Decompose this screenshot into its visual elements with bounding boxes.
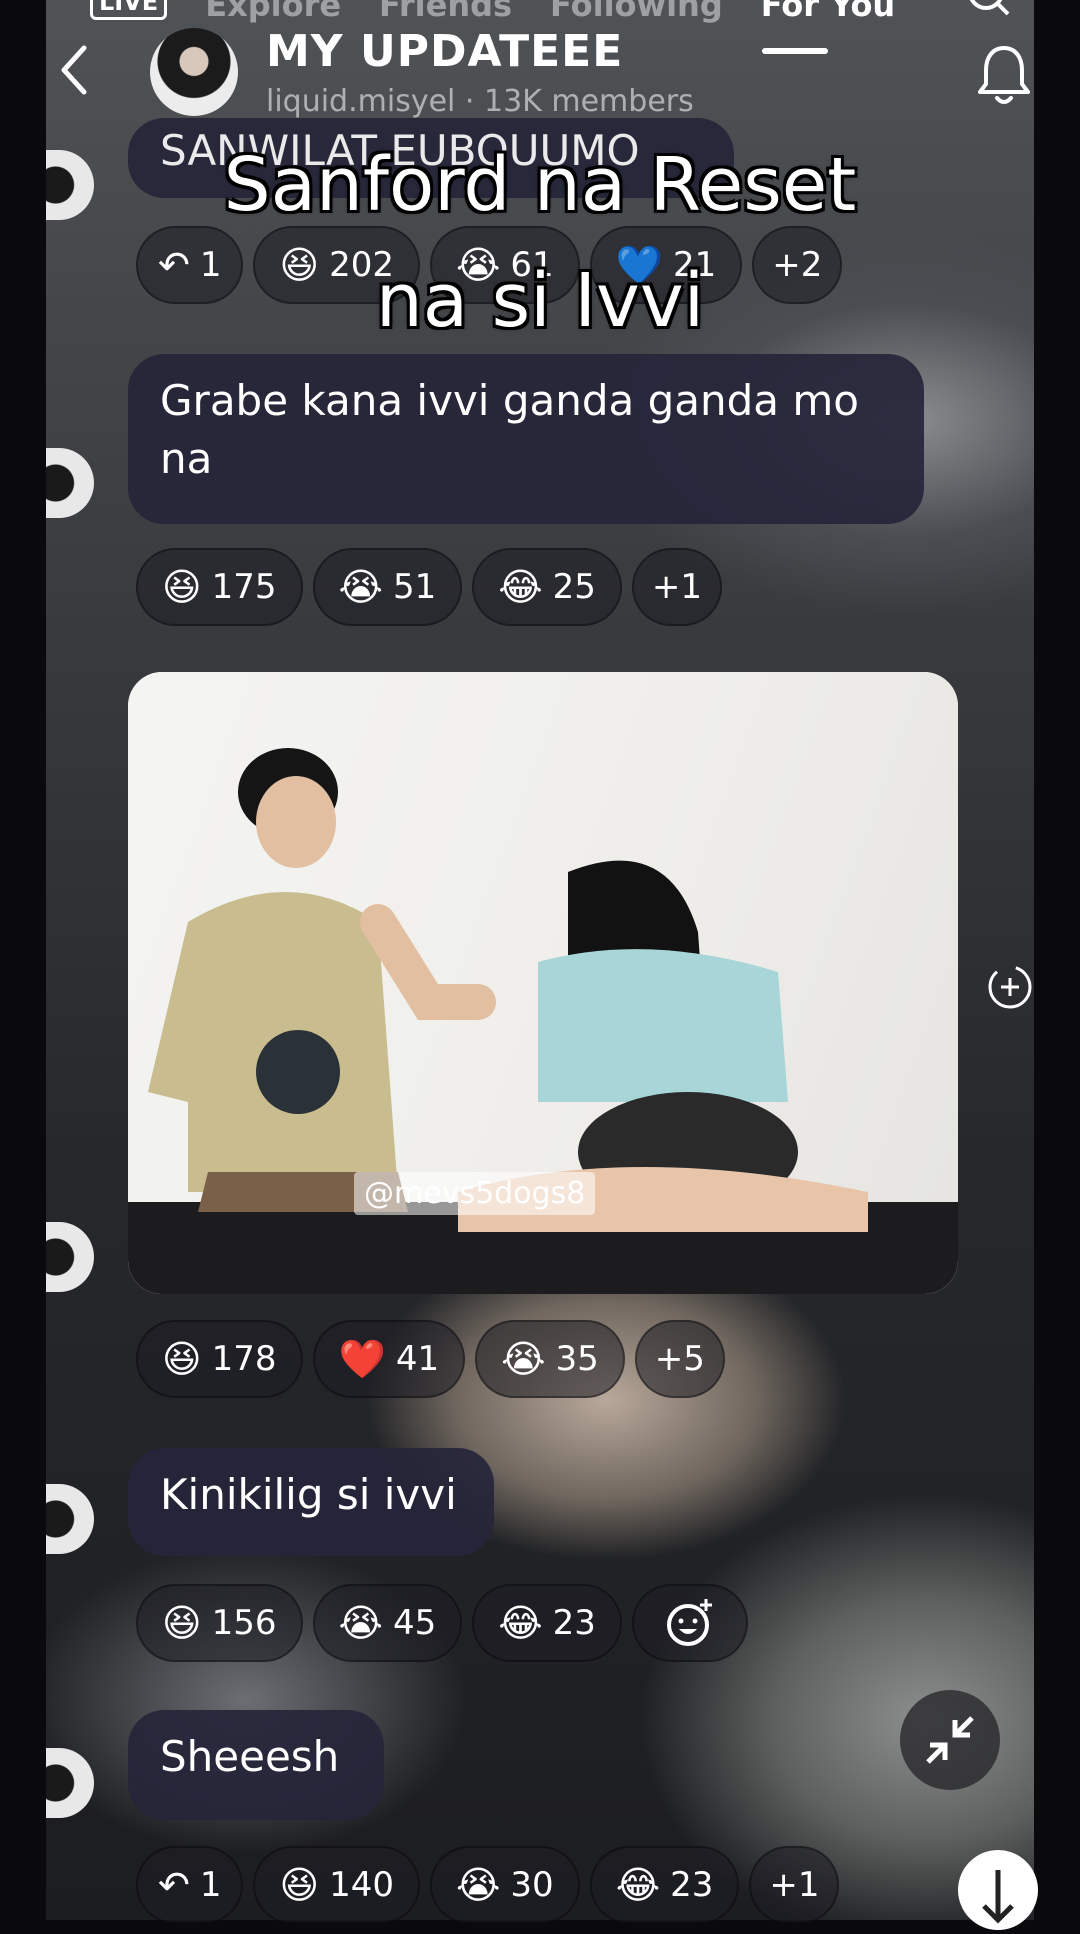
more-reactions-pill[interactable]: +5 bbox=[634, 1320, 725, 1398]
reaction-count: 1 bbox=[199, 1865, 222, 1905]
laughing-emoji-icon: 😆 bbox=[162, 565, 202, 609]
reaction-count: 30 bbox=[510, 1865, 554, 1905]
collapse-button[interactable] bbox=[900, 1690, 1000, 1790]
reaction-count: 178 bbox=[211, 1339, 277, 1379]
caption-line-2: na si Ivvi bbox=[375, 258, 705, 344]
reaction-row: 😆 156 😭 45 😂 23 bbox=[136, 1584, 748, 1662]
reaction-pill[interactable]: 😆 175 bbox=[136, 548, 303, 626]
reaction-count: 25 bbox=[552, 567, 596, 607]
reaction-pill[interactable]: 😆 178 bbox=[136, 1320, 303, 1398]
reaction-count: 41 bbox=[395, 1339, 440, 1379]
back-button[interactable] bbox=[54, 40, 104, 110]
group-owner[interactable]: liquid.misyel bbox=[266, 84, 455, 119]
group-title: MY UPDATEEE bbox=[266, 26, 624, 77]
tears-of-joy-emoji-icon: 😂 bbox=[498, 565, 543, 609]
scroll-down-button[interactable] bbox=[958, 1850, 1038, 1930]
red-heart-icon: ❤️ bbox=[338, 1337, 386, 1381]
message-text: Grabe kana ivvi ganda ganda mo na bbox=[160, 376, 859, 483]
crying-emoji-icon: 😭 bbox=[338, 1601, 383, 1645]
chevron-left-icon bbox=[61, 45, 87, 95]
reaction-pill[interactable]: 😆 156 bbox=[136, 1584, 303, 1662]
reaction-row: ↶ 1 😆 140 😭 30 😂 23 +1 bbox=[136, 1846, 840, 1924]
reaction-pill[interactable]: 😂 23 bbox=[472, 1584, 622, 1662]
more-reactions-pill[interactable]: +1 bbox=[631, 548, 722, 626]
reaction-row: 😆 178 ❤️ 41 😭 35 +5 bbox=[136, 1320, 725, 1398]
reaction-count: 23 bbox=[552, 1603, 596, 1643]
reaction-count: +1 bbox=[769, 1865, 820, 1905]
reply-arrow-icon: ↶ bbox=[158, 1863, 190, 1907]
photo-watermark: @mevs5dogs8 bbox=[354, 1172, 596, 1215]
group-header: MY UPDATEEE liquid.misyel · 13K members bbox=[46, 20, 1034, 130]
reaction-count: +1 bbox=[651, 567, 702, 607]
caption-line-1: Sanford na Reset bbox=[223, 142, 857, 228]
reaction-count: +5 bbox=[654, 1339, 705, 1379]
reply-count-pill[interactable]: ↶ 1 bbox=[136, 1846, 244, 1924]
menu-handle[interactable] bbox=[762, 48, 828, 54]
reaction-count: 45 bbox=[392, 1603, 437, 1643]
bell-icon[interactable] bbox=[974, 40, 1034, 110]
message-text: Kinikilig si ivvi bbox=[160, 1470, 457, 1519]
reaction-row: 😆 175 😭 51 😂 25 +1 bbox=[136, 548, 722, 626]
member-count: · 13K members bbox=[464, 84, 694, 119]
reaction-pill[interactable]: 😭 51 bbox=[312, 548, 463, 626]
reaction-pill[interactable]: 😭 45 bbox=[312, 1584, 463, 1662]
reaction-count: 51 bbox=[392, 567, 437, 607]
more-reactions-pill[interactable]: +1 bbox=[749, 1846, 840, 1924]
arrow-down-icon bbox=[982, 1870, 1014, 1924]
message-text: Sheeesh bbox=[160, 1732, 340, 1781]
laughing-emoji-icon: 😆 bbox=[279, 1863, 320, 1907]
tears-of-joy-emoji-icon: 😂 bbox=[615, 1863, 661, 1907]
reaction-pill[interactable]: 😆 140 bbox=[253, 1846, 421, 1924]
add-reaction-icon bbox=[666, 1599, 712, 1646]
reaction-pill[interactable]: 😭 30 bbox=[430, 1846, 580, 1924]
crying-emoji-icon: 😭 bbox=[501, 1337, 546, 1381]
reaction-pill[interactable]: 😭 35 bbox=[475, 1320, 625, 1398]
live-badge[interactable]: LIVE bbox=[90, 0, 168, 20]
crying-emoji-icon: 😭 bbox=[338, 565, 383, 609]
group-avatar[interactable] bbox=[150, 28, 238, 116]
tears-of-joy-emoji-icon: 😂 bbox=[498, 1601, 543, 1645]
reaction-pill[interactable]: 😂 23 bbox=[589, 1846, 740, 1924]
reaction-count: 175 bbox=[211, 567, 277, 607]
reaction-pill[interactable]: ❤️ 41 bbox=[312, 1320, 466, 1398]
message-bubble[interactable]: Grabe kana ivvi ganda ganda mo na bbox=[128, 354, 924, 524]
laughing-emoji-icon: 😆 bbox=[162, 1337, 202, 1381]
shared-photo[interactable]: @mevs5dogs8 bbox=[128, 672, 958, 1294]
collapse-icon bbox=[926, 1716, 974, 1764]
crying-emoji-icon: 😭 bbox=[456, 1863, 501, 1907]
group-subtitle: liquid.misyel · 13K members bbox=[266, 84, 694, 119]
message-bubble[interactable]: Sheeesh bbox=[128, 1710, 384, 1820]
reaction-pill[interactable]: 😂 25 bbox=[472, 548, 622, 626]
add-circle-icon[interactable] bbox=[980, 960, 1034, 1014]
laughing-emoji-icon: 😆 bbox=[162, 1601, 202, 1645]
reaction-count: 156 bbox=[211, 1603, 277, 1643]
reaction-count: 23 bbox=[670, 1865, 714, 1905]
add-reaction-button[interactable] bbox=[631, 1584, 748, 1662]
message-bubble[interactable]: Kinikilig si ivvi bbox=[128, 1448, 494, 1556]
reaction-count: 35 bbox=[555, 1339, 599, 1379]
reaction-count: 140 bbox=[329, 1865, 395, 1905]
